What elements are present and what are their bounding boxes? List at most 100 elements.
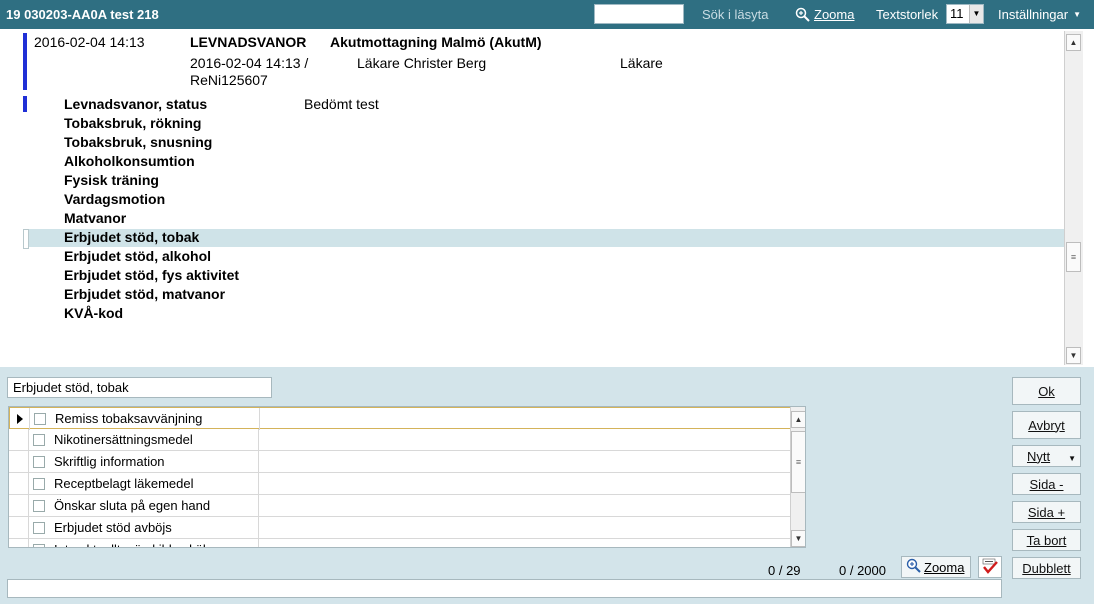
record-item-label[interactable]: KVÅ-kod <box>64 305 123 321</box>
options-grid: Remiss tobaksavvänjning Nikotinersättning… <box>8 406 806 548</box>
option-row[interactable]: Receptbelagt läkemedel <box>9 473 791 495</box>
item-marker <box>23 96 27 112</box>
editor-zoom-label: Zooma <box>924 559 965 575</box>
row-selector[interactable] <box>9 539 29 547</box>
option-checkbox[interactable] <box>33 500 45 512</box>
column-divider <box>258 517 259 539</box>
record-role: Läkare <box>620 55 663 71</box>
duplicate-button[interactable]: Dubblett <box>1012 557 1081 579</box>
scroll-thumb[interactable]: ≡ <box>1066 242 1081 272</box>
cancel-button[interactable]: Avbryt <box>1012 411 1081 439</box>
magnifier-zoom-icon <box>906 558 921 576</box>
option-label: Erbjudet stöd avböjs <box>54 520 172 535</box>
scroll-thumb[interactable]: ≡ <box>791 431 805 493</box>
scroll-down-arrow-icon[interactable]: ▼ <box>1066 347 1081 364</box>
row-pointer-icon <box>17 414 23 424</box>
row-selector[interactable] <box>9 451 29 473</box>
option-row[interactable]: Önskar sluta på egen hand <box>9 495 791 517</box>
option-checkbox[interactable] <box>34 413 46 425</box>
current-field-input[interactable]: Erbjudet stöd, tobak <box>7 377 272 398</box>
editor-zoom-button[interactable]: Zooma <box>901 556 971 578</box>
textsize-select[interactable]: 11 ▼ <box>946 4 984 24</box>
page-prev-button[interactable]: Sida - <box>1012 473 1081 495</box>
record-author: Läkare Christer Berg <box>357 55 487 71</box>
option-row[interactable]: Inte aktuellt, särskilda skäl <box>9 539 791 547</box>
spellcheck-button[interactable] <box>978 556 1002 578</box>
option-label: Nikotinersättningsmedel <box>54 432 193 447</box>
row-selector[interactable] <box>9 517 29 539</box>
option-label: Skriftlig information <box>54 454 165 469</box>
search-reading-area-button[interactable]: Sök i läsyta <box>702 7 768 22</box>
record-item-label[interactable]: Erbjudet stöd, alkohol <box>64 248 211 264</box>
record-item-label[interactable]: Levnadsvanor, status <box>64 96 207 112</box>
row-selector[interactable] <box>9 429 29 451</box>
column-divider <box>258 473 259 495</box>
record-item-label[interactable]: Matvanor <box>64 210 126 226</box>
record-scrollbar[interactable]: ▲ ≡ ▼ <box>1064 31 1083 365</box>
option-label: Önskar sluta på egen hand <box>54 498 211 513</box>
page-next-button[interactable]: Sida + <box>1012 501 1081 523</box>
record-heading: LEVNADSVANOR <box>190 34 307 50</box>
record-unit: Akutmottagning Malmö (AkutM) <box>330 34 542 50</box>
record-date: 2016-02-04 14:13 <box>34 34 145 50</box>
scroll-up-arrow-icon[interactable]: ▲ <box>1066 34 1081 51</box>
column-divider <box>258 539 259 547</box>
settings-menu[interactable]: Inställningar ▼ <box>998 7 1081 22</box>
option-row[interactable]: Nikotinersättningsmedel <box>9 429 791 451</box>
record-reading-area: 2016-02-04 14:13 LEVNADSVANOR Akutmottag… <box>0 29 1094 367</box>
record-item-label[interactable]: Vardagsmotion <box>64 191 165 207</box>
new-button-label: Nytt <box>1027 448 1051 464</box>
option-checkbox[interactable] <box>33 478 45 490</box>
option-checkbox[interactable] <box>33 434 45 446</box>
spellcheck-icon <box>981 558 999 577</box>
option-row[interactable]: Erbjudet stöd avböjs <box>9 517 791 539</box>
magnifier-zoom-icon <box>795 7 810 22</box>
ok-button[interactable]: Ok <box>1012 377 1081 405</box>
scroll-up-arrow-icon[interactable]: ▲ <box>791 411 805 428</box>
option-label: Inte aktuellt, särskilda skäl <box>54 542 206 547</box>
record-item-label[interactable]: Erbjudet stöd, tobak <box>64 229 199 245</box>
record-item-label[interactable]: Tobaksbruk, snusning <box>64 134 212 150</box>
record-item-label[interactable]: Fysisk träning <box>64 172 159 188</box>
chevron-down-icon: ▼ <box>1068 454 1076 463</box>
scroll-down-arrow-icon[interactable]: ▼ <box>791 530 805 547</box>
option-label: Receptbelagt läkemedel <box>54 476 194 491</box>
chevron-down-icon: ▼ <box>1073 10 1082 19</box>
row-selector[interactable] <box>9 495 29 517</box>
option-row[interactable]: Skriftlig information <box>9 451 791 473</box>
delete-button[interactable]: Ta bort <box>1012 529 1081 551</box>
record-item-label[interactable]: Alkoholkonsumtion <box>64 153 195 169</box>
record-item-label[interactable]: Erbjudet stöd, matvanor <box>64 286 225 302</box>
search-input[interactable] <box>594 4 684 24</box>
chevron-down-icon: ▼ <box>969 5 983 23</box>
option-label: Remiss tobaksavvänjning <box>55 411 203 426</box>
row-selector[interactable] <box>9 473 29 495</box>
record-signed-time: 2016-02-04 14:13 / <box>190 55 309 71</box>
option-checkbox[interactable] <box>33 522 45 534</box>
zoom-button[interactable]: Zooma <box>795 7 854 22</box>
option-checkbox[interactable] <box>33 544 45 547</box>
option-checkbox[interactable] <box>33 456 45 468</box>
options-scrollbar[interactable]: ▲ ≡ ▼ <box>790 407 805 547</box>
record-item-label[interactable]: Erbjudet stöd, fys aktivitet <box>64 267 239 283</box>
column-divider <box>259 408 260 430</box>
free-text-input[interactable] <box>7 579 1002 598</box>
row-selector[interactable] <box>10 408 30 430</box>
text-counter: 0 / 2000 <box>839 563 886 578</box>
titlebar: 19 030203-AA0A test 218 Sök i läsyta Zoo… <box>0 0 1094 29</box>
column-divider <box>258 429 259 451</box>
column-divider <box>258 495 259 517</box>
patient-title: 19 030203-AA0A test 218 <box>6 7 159 22</box>
zoom-label: Zooma <box>814 7 855 22</box>
column-divider <box>258 451 259 473</box>
record-item-label[interactable]: Tobaksbruk, rökning <box>64 115 201 131</box>
textsize-label: Textstorlek <box>876 7 939 22</box>
option-row[interactable]: Remiss tobaksavvänjning <box>9 407 791 430</box>
settings-label: Inställningar <box>998 7 1069 22</box>
record-item-value: Bedömt test <box>304 96 379 112</box>
new-button[interactable]: Nytt ▼ <box>1012 445 1081 467</box>
record-marker <box>23 33 27 90</box>
textsize-value: 11 <box>950 6 964 21</box>
record-signer-id: ReNi125607 <box>190 72 268 88</box>
options-counter: 0 / 29 <box>768 563 801 578</box>
